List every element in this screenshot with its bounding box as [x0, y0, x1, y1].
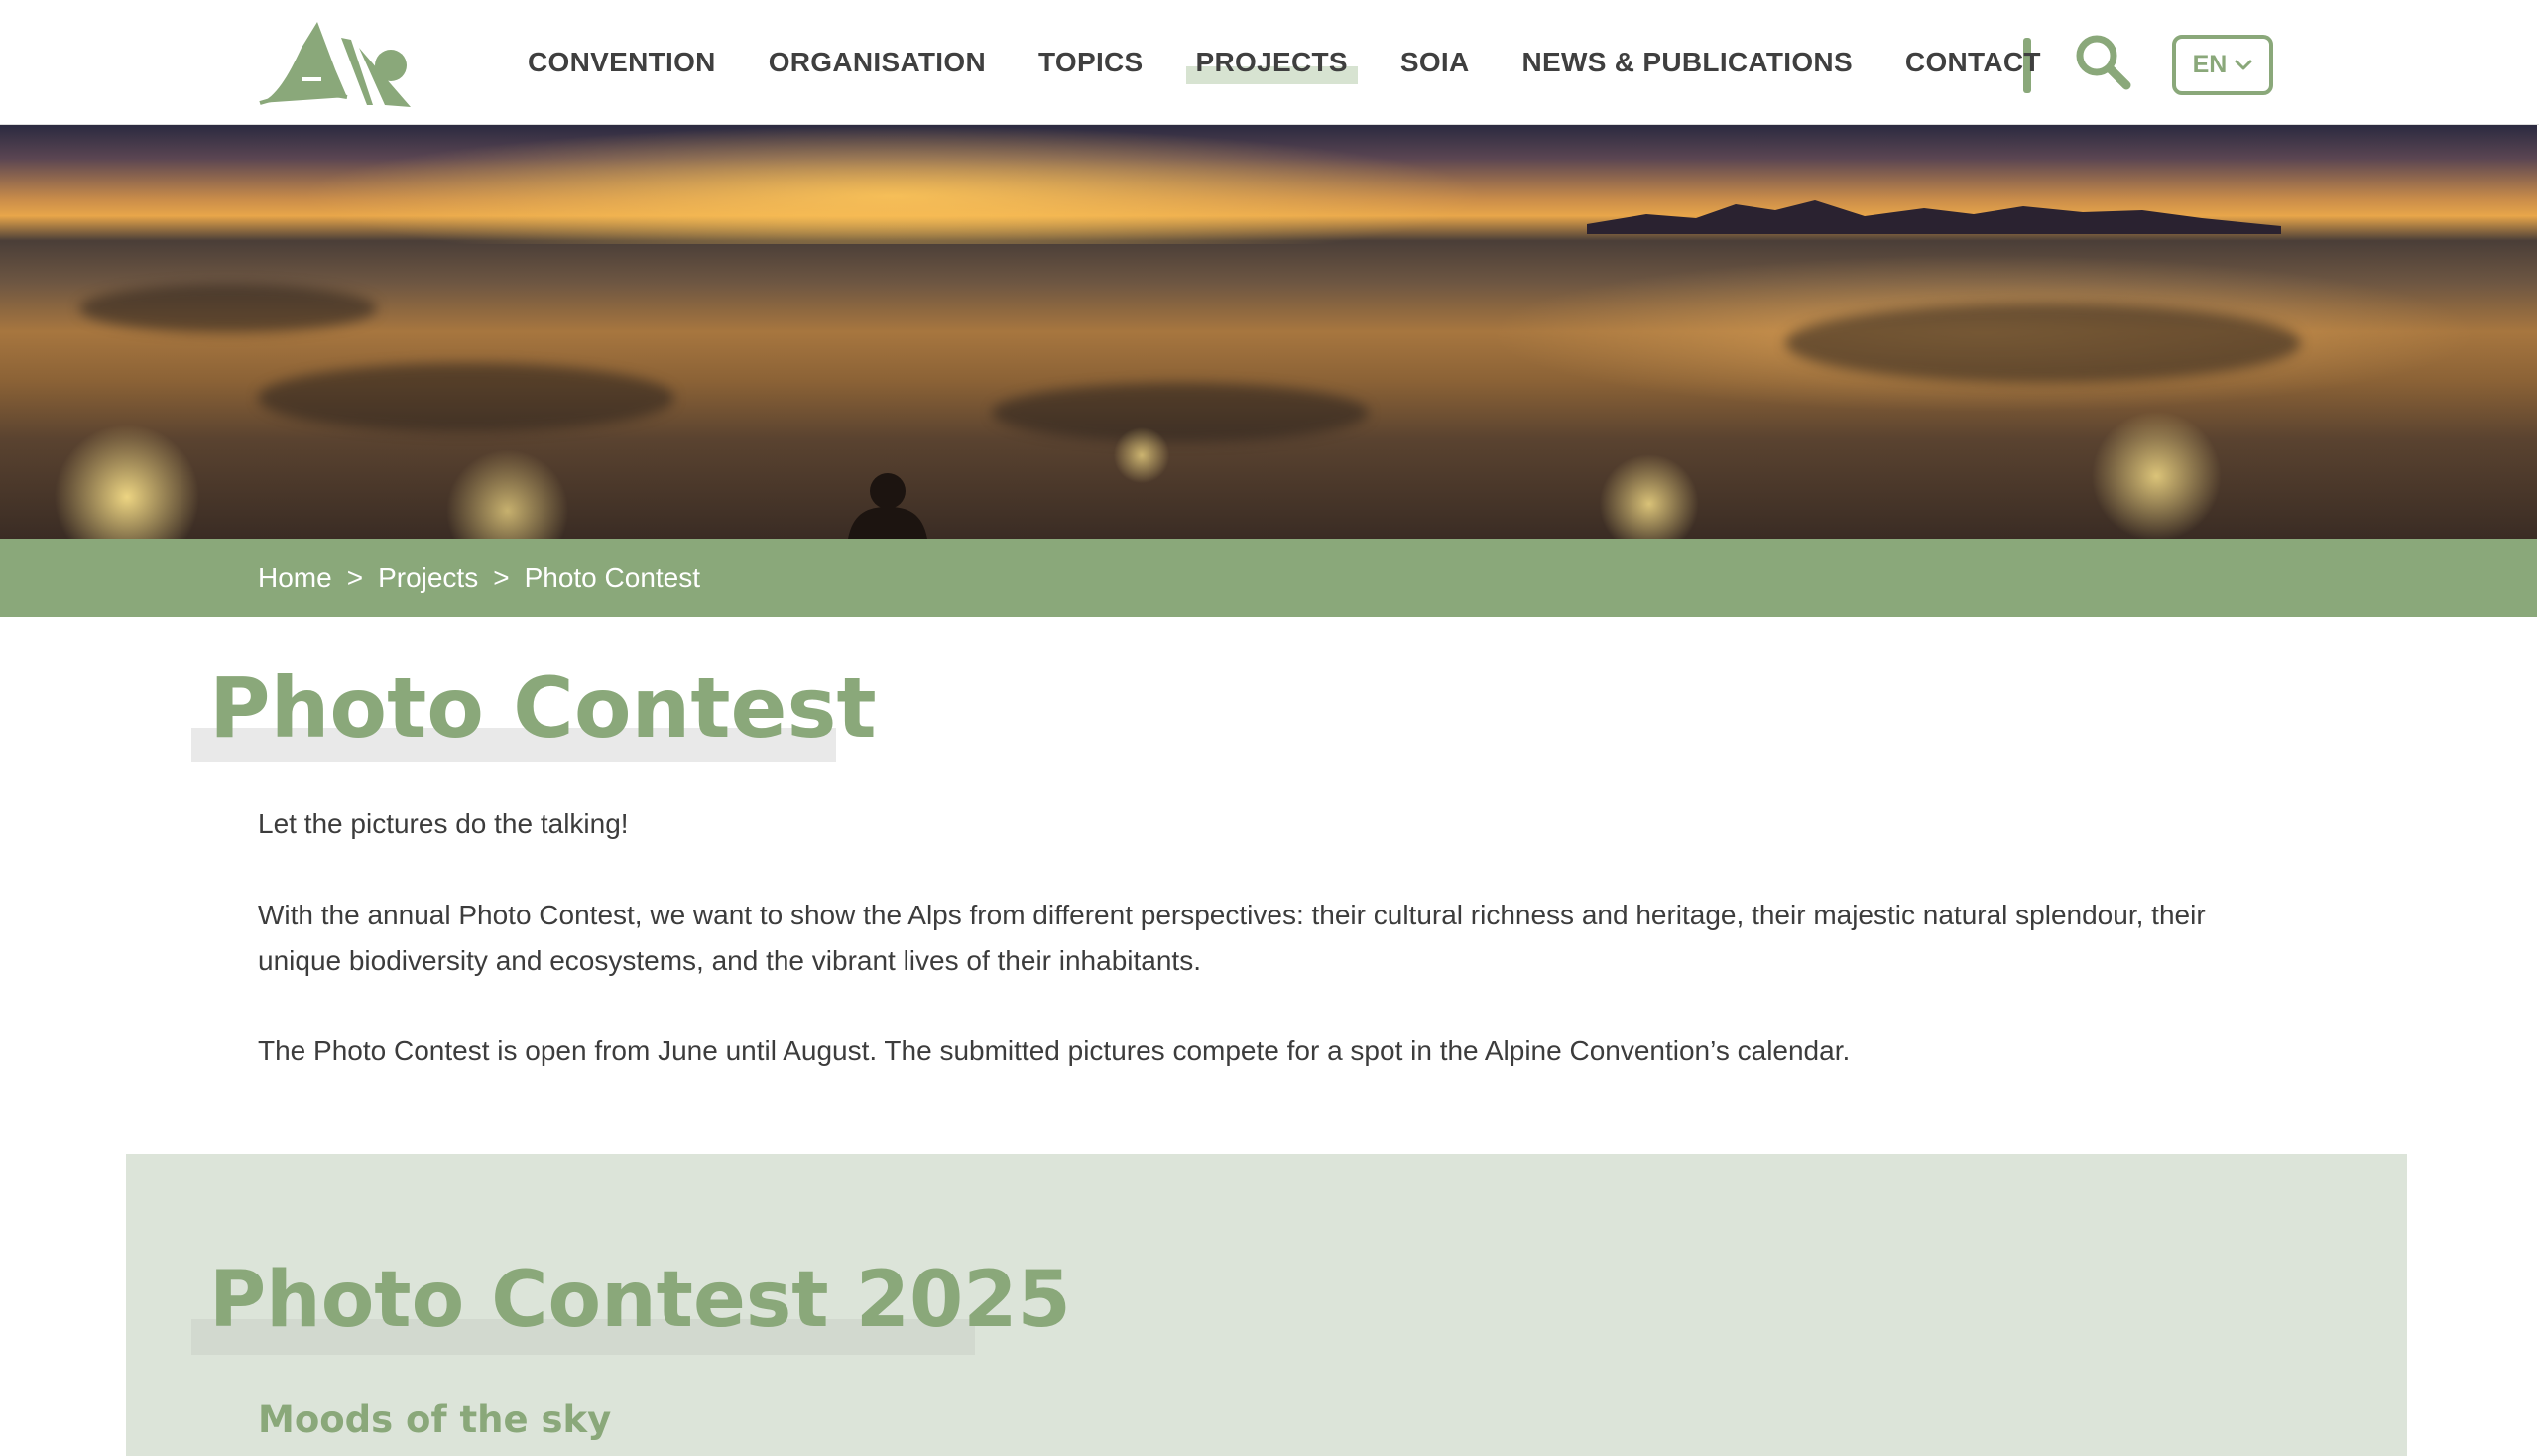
- section-subtitle: Moods of the sky: [258, 1398, 612, 1441]
- intro-text: Let the pictures do the talking!: [258, 808, 629, 839]
- person-silhouette: [848, 473, 927, 539]
- photo-contest-2025-section: Photo Contest 2025 Moods of the sky: [126, 1154, 2407, 1456]
- nav-item-convention[interactable]: CONVENTION: [528, 47, 716, 78]
- chevron-down-icon: [2235, 60, 2252, 69]
- section-title: Photo Contest 2025: [209, 1256, 1071, 1345]
- main-nav: CONVENTION ORGANISATION TOPICS PROJECTS …: [528, 0, 2041, 125]
- nav-item-contact[interactable]: CONTACT: [1905, 47, 2041, 78]
- language-selector[interactable]: EN: [2172, 35, 2273, 95]
- nav-item-news-publications[interactable]: NEWS & PUBLICATIONS: [1522, 47, 1853, 78]
- hero-image: [0, 125, 2537, 539]
- breadcrumb-home[interactable]: Home: [258, 562, 332, 594]
- language-selected: EN: [2192, 51, 2228, 78]
- breadcrumb: Home > Projects > Photo Contest: [0, 539, 2537, 617]
- site-header: CONVENTION ORGANISATION TOPICS PROJECTS …: [0, 0, 2539, 125]
- breadcrumb-projects[interactable]: Projects: [378, 562, 478, 594]
- nav-item-organisation[interactable]: ORGANISATION: [769, 47, 986, 78]
- mountain-silhouette: [1587, 200, 2281, 234]
- search-icon[interactable]: [2073, 32, 2132, 91]
- page-title-wrap: Photo Contest: [191, 655, 877, 762]
- breadcrumb-separator: >: [493, 561, 510, 593]
- breadcrumb-separator: >: [346, 561, 364, 593]
- page-title: Photo Contest: [209, 660, 877, 757]
- schedule-paragraph: The Photo Contest is open from June unti…: [258, 1035, 1851, 1066]
- nav-item-projects[interactable]: PROJECTS: [1185, 47, 1359, 84]
- nav-item-soia[interactable]: SOIA: [1400, 47, 1470, 78]
- breadcrumb-current: Photo Contest: [524, 561, 701, 593]
- nav-item-topics[interactable]: TOPICS: [1038, 47, 1144, 78]
- section-title-wrap: Photo Contest 2025: [191, 1246, 1071, 1355]
- alpine-convention-logo[interactable]: [256, 18, 411, 111]
- description-paragraph: With the annual Photo Contest, we want t…: [258, 900, 2206, 976]
